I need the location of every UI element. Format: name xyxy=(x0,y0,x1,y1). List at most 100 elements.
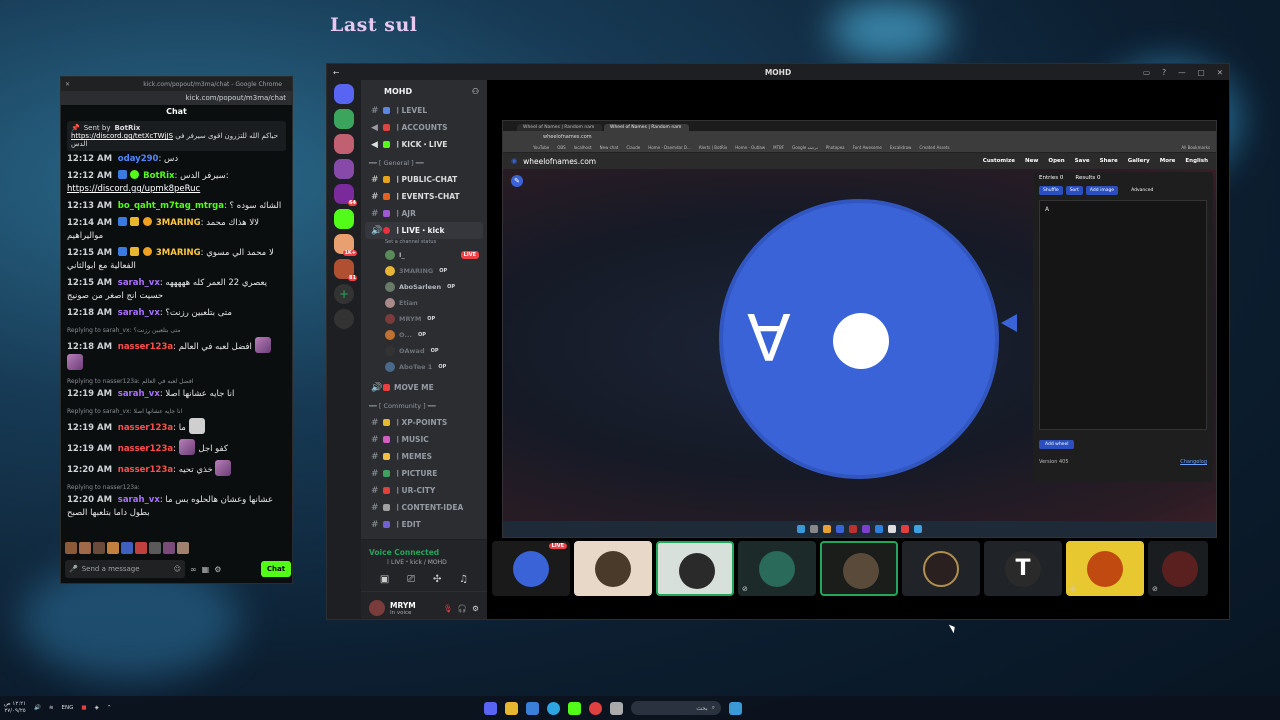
menu-share[interactable]: Share xyxy=(1100,158,1118,164)
participant-tile[interactable] xyxy=(902,541,980,596)
browser-tab[interactable]: Wheel of Names | Random nam xyxy=(604,124,689,131)
browser-tab[interactable]: Wheel of Names | Random nam xyxy=(517,124,602,131)
category-community[interactable]: ━━ [ Community ] ━━ xyxy=(361,398,487,414)
emote-icon[interactable] xyxy=(121,542,133,554)
app-tray-icon[interactable]: ■ xyxy=(81,705,86,711)
participant-tile[interactable] xyxy=(820,541,898,596)
channel-status[interactable]: Set a channel status xyxy=(361,239,487,247)
photos-icon[interactable] xyxy=(526,701,539,715)
channel-music[interactable]: # 〡MUSIC xyxy=(361,431,487,448)
voice-user[interactable]: MRYM OP xyxy=(361,311,487,327)
message-user[interactable]: bo_qaht_m7tag_mtrga xyxy=(118,201,224,211)
inbox-icon[interactable]: ▭ xyxy=(1143,68,1150,77)
soundboard-icon[interactable]: ♫ xyxy=(459,574,468,585)
activities-icon[interactable]: ✣ xyxy=(433,574,441,585)
menu-new[interactable]: New xyxy=(1025,158,1038,164)
menu-more[interactable]: More xyxy=(1160,158,1176,164)
voice-connected-label[interactable]: Voice Connected xyxy=(361,540,487,557)
channel-content-idea[interactable]: # 〡CONTENT-IDEA xyxy=(361,499,487,516)
bookmark[interactable]: Font Awesome xyxy=(853,145,882,150)
bookmark[interactable]: Photopea xyxy=(826,145,845,150)
volume-icon[interactable]: 🔊 xyxy=(34,705,41,711)
add-wheel-button[interactable]: Add wheel xyxy=(1039,440,1075,449)
pinned-message[interactable]: 📌 Sent by BotRix https://discord.gg/tetX… xyxy=(67,121,286,151)
channel-ajr[interactable]: # 〡AJR xyxy=(361,205,487,222)
taskbar-search[interactable]: بحث ⌕ xyxy=(631,701,721,715)
menu-save[interactable]: Save xyxy=(1075,158,1090,164)
sort-button[interactable]: Sort xyxy=(1065,186,1083,195)
server-icon[interactable] xyxy=(334,159,354,179)
channel-xp-points[interactable]: # 〡XP-POINTS xyxy=(361,414,487,431)
emote-icon[interactable] xyxy=(93,542,105,554)
message-user[interactable]: nasser123a xyxy=(118,444,173,454)
emote-icon[interactable] xyxy=(177,542,189,554)
add-friend-icon[interactable]: ⚇ xyxy=(472,87,479,96)
gear-icon[interactable]: ⚙ xyxy=(472,604,479,613)
calendar-icon[interactable]: ▦ xyxy=(202,565,210,574)
infinity-icon[interactable]: ∞ xyxy=(190,565,197,574)
participant-tile[interactable] xyxy=(656,541,734,596)
voice-user[interactable]: Etian xyxy=(361,295,487,311)
emote-icon[interactable] xyxy=(107,542,119,554)
kick-app-icon[interactable] xyxy=(568,701,581,715)
menu-customize[interactable]: Customize xyxy=(983,158,1015,164)
pinned-sender[interactable]: BotRix xyxy=(114,124,140,132)
emote-icon[interactable] xyxy=(163,542,175,554)
message-user[interactable]: sarah_vx xyxy=(118,495,160,505)
chevron-up-icon[interactable]: ⌃ xyxy=(107,705,112,711)
voice-user[interactable]: ʘ... OP xyxy=(361,327,487,343)
message-user[interactable]: nasser123a xyxy=(118,342,173,352)
discord-home-icon[interactable] xyxy=(334,84,354,104)
participant-tile[interactable]: T xyxy=(984,541,1062,596)
bookmark[interactable]: Alerts | BotRix xyxy=(699,145,728,150)
file-explorer-icon[interactable] xyxy=(505,701,518,715)
screen-share-icon[interactable]: ⎚ xyxy=(407,574,415,585)
app-icon[interactable] xyxy=(610,701,623,715)
voice-user[interactable]: AboTee 1 OP xyxy=(361,359,487,375)
channel-picture[interactable]: # 〡PICTURE xyxy=(361,465,487,482)
voice-channel-move-me[interactable]: 🔊 MOVE ME xyxy=(361,379,487,396)
add-image-button[interactable]: Add image xyxy=(1085,186,1119,195)
server-icon[interactable] xyxy=(334,209,354,229)
emote-icon[interactable] xyxy=(149,542,161,554)
gear-icon[interactable]: ⚙ xyxy=(214,565,221,574)
server-icon[interactable] xyxy=(334,109,354,129)
server-header[interactable]: MOHD ⚇ xyxy=(361,80,487,102)
voice-user[interactable]: ʘAwad OP xyxy=(361,343,487,359)
participant-tile[interactable]: ⊘ xyxy=(1148,541,1208,596)
message-user[interactable]: 3MARING xyxy=(156,218,201,228)
bookmark[interactable]: Google ترجمة xyxy=(792,145,818,150)
changelog-link[interactable]: Changelog xyxy=(1180,459,1207,465)
reply-context[interactable]: Replying to sarah_vx: انا جايه عشانها اص… xyxy=(67,405,286,418)
message-user[interactable]: sarah_vx xyxy=(118,308,160,318)
chrome-urlbar[interactable]: kick.com/popout/m3ma/chat xyxy=(61,91,292,105)
add-server-icon[interactable]: + xyxy=(334,284,354,304)
message-user[interactable]: nasser123a xyxy=(118,423,173,433)
pencil-icon[interactable]: ✎ xyxy=(511,175,523,187)
channel-edit[interactable]: # 〡EDIT xyxy=(361,516,487,533)
pinned-link[interactable]: https://discord.gg/tetXcTWjJS xyxy=(71,132,173,140)
server-icon[interactable]: 64 xyxy=(334,184,357,206)
browser-urlbar[interactable]: wheelofnames.com xyxy=(503,131,1216,143)
bookmark[interactable]: OBS xyxy=(557,145,565,150)
bookmark[interactable]: Excalidraw xyxy=(890,145,912,150)
headphones-icon[interactable]: 🎧 xyxy=(458,604,467,613)
server-icon[interactable]: 81 xyxy=(334,259,357,281)
shield-icon[interactable]: ◈ xyxy=(95,705,99,711)
tab-results[interactable]: Results 0 xyxy=(1075,175,1100,181)
message-user[interactable]: nasser123a xyxy=(118,465,173,475)
menu-gallery[interactable]: Gallery xyxy=(1128,158,1150,164)
channel-accounts[interactable]: ◀ 〡ACCOUNTS xyxy=(361,119,487,136)
bookmark[interactable]: Home - Daemdar D... xyxy=(648,145,691,150)
bookmark[interactable]: localhost xyxy=(574,145,592,150)
message-input[interactable]: 🎤 Send a message ☺ xyxy=(65,560,185,578)
menu-language[interactable]: English xyxy=(1185,158,1208,164)
advanced-checkbox[interactable]: Advanced xyxy=(1127,186,1157,195)
help-icon[interactable]: ? xyxy=(1162,68,1166,77)
site-name[interactable]: wheelofnames.com xyxy=(523,157,596,166)
participant-tile[interactable]: LIVE xyxy=(492,541,570,596)
participant-tile[interactable]: ⊘ xyxy=(1066,541,1144,596)
close-icon[interactable]: ✕ xyxy=(1217,68,1223,77)
server-icon[interactable] xyxy=(334,134,354,154)
bookmark[interactable]: YouTube xyxy=(533,145,549,150)
